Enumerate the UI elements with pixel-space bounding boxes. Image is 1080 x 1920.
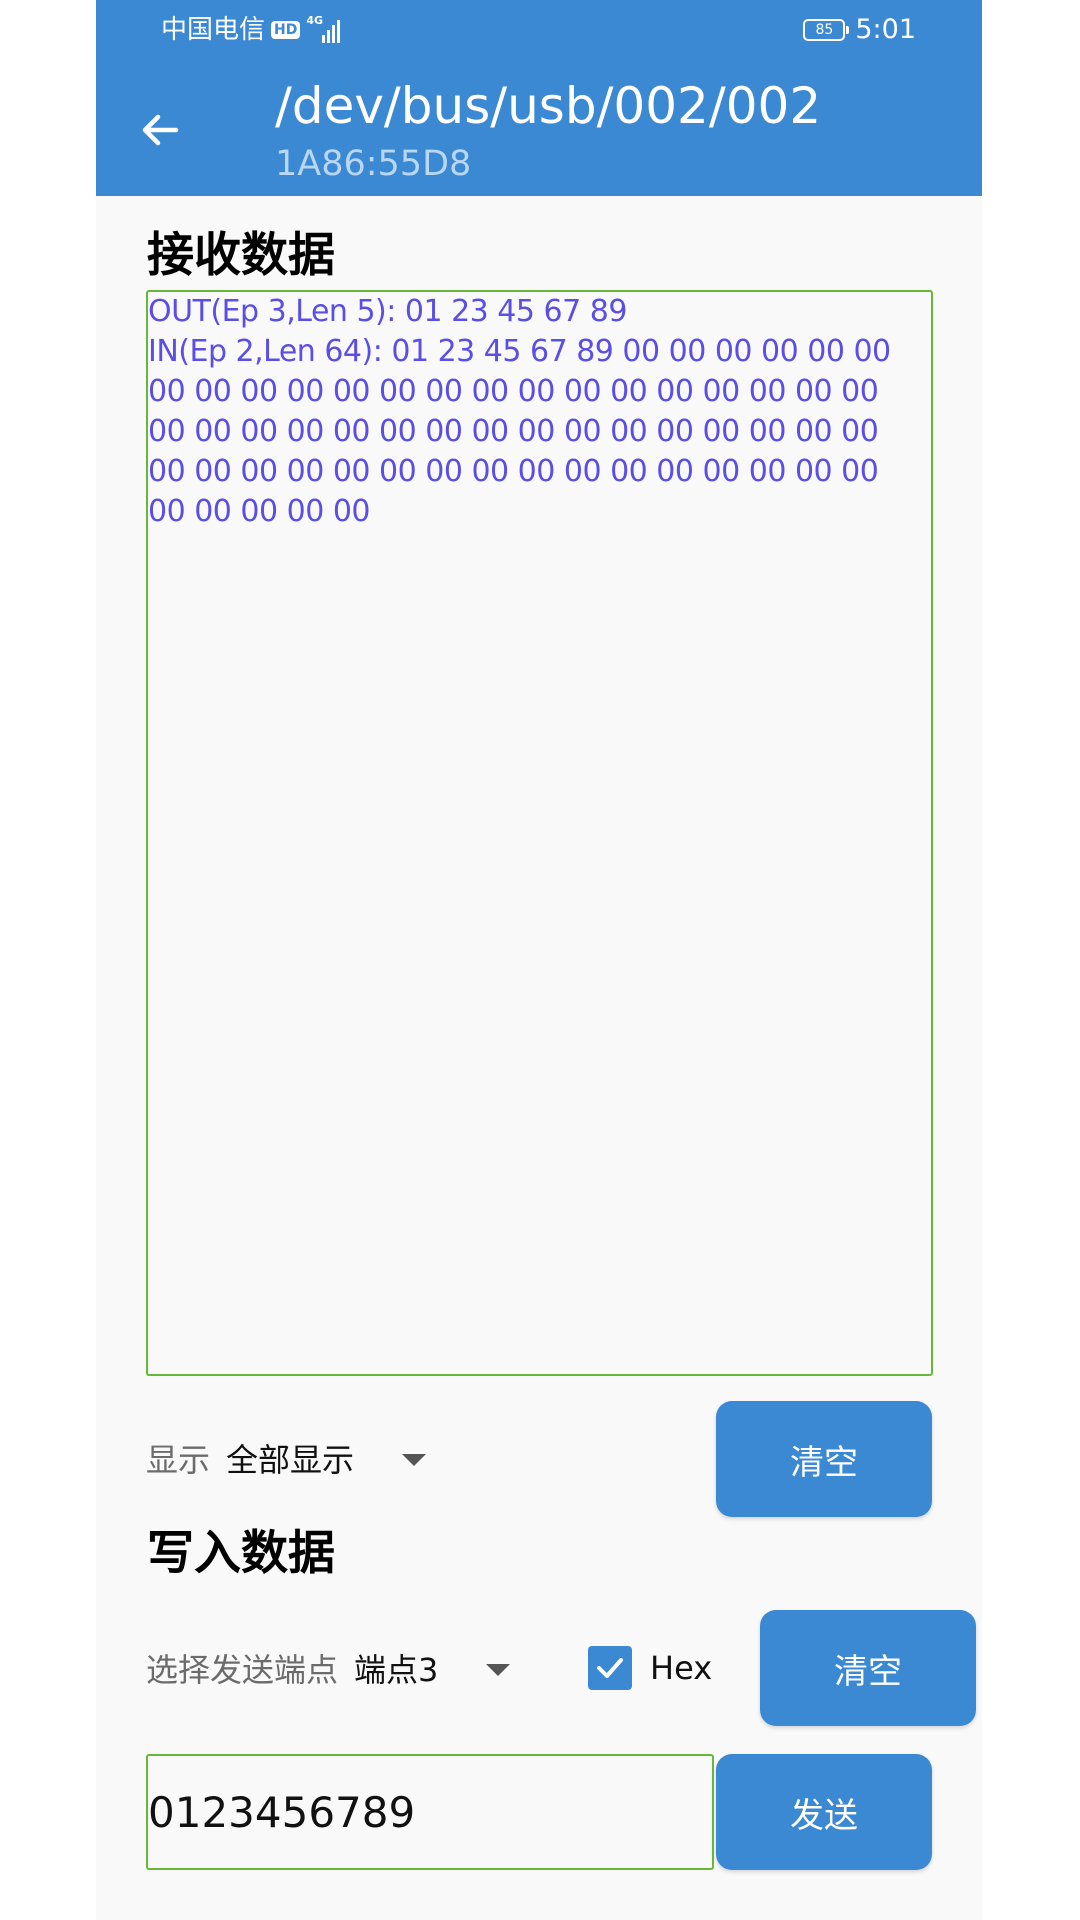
- status-right-group: 85 5:01: [803, 12, 916, 48]
- device-path-title: /dev/bus/usb/002/002: [275, 77, 822, 135]
- arrow-left-icon: [142, 114, 179, 146]
- send-button[interactable]: 发送: [716, 1754, 932, 1870]
- hex-checkbox[interactable]: Hex: [588, 1646, 712, 1690]
- display-mode-dropdown[interactable]: 显示 全部显示: [146, 1438, 427, 1482]
- carrier-name: 中国电信: [161, 15, 266, 45]
- hd-icon: HD: [271, 21, 301, 39]
- device-id-subtitle: 1A86:55D8: [275, 144, 472, 184]
- checkbox-checked-icon: [588, 1646, 632, 1690]
- app-bar: 中国电信 HD 4G 85 5:01 /dev/bus/usb/002/002 …: [96, 0, 982, 196]
- network-type: 4G: [306, 14, 324, 27]
- display-mode-label: 显示: [146, 1441, 211, 1479]
- receive-heading: 接收数据: [147, 228, 335, 283]
- endpoint-dropdown[interactable]: 选择发送端点 端点3: [146, 1648, 511, 1692]
- status-carrier-group: 中国电信 HD 4G: [161, 12, 341, 48]
- signal-icon: 4G: [306, 14, 341, 43]
- display-mode-value: 全部显示: [226, 1441, 355, 1479]
- battery-icon: 85: [803, 19, 850, 41]
- dropdown-arrow-icon: [402, 1454, 427, 1466]
- endpoint-value: 端点3: [354, 1651, 439, 1689]
- write-heading: 写入数据: [147, 1526, 335, 1581]
- endpoint-label: 选择发送端点: [146, 1651, 339, 1689]
- send-data-input[interactable]: [146, 1754, 714, 1870]
- clear-write-button[interactable]: 清空: [760, 1610, 976, 1726]
- dropdown-arrow-icon: [486, 1664, 511, 1676]
- receive-data-box[interactable]: OUT(Ep 3,Len 5): 01 23 45 67 89 IN(Ep 2,…: [146, 290, 933, 1376]
- app-screen: 中国电信 HD 4G 85 5:01 /dev/bus/usb/002/002 …: [96, 0, 982, 1920]
- receive-log-text: OUT(Ep 3,Len 5): 01 23 45 67 89 IN(Ep 2,…: [148, 294, 891, 529]
- clear-receive-button[interactable]: 清空: [716, 1401, 932, 1517]
- hex-label: Hex: [650, 1649, 713, 1687]
- status-time: 5:01: [855, 14, 916, 45]
- back-button[interactable]: [136, 106, 184, 154]
